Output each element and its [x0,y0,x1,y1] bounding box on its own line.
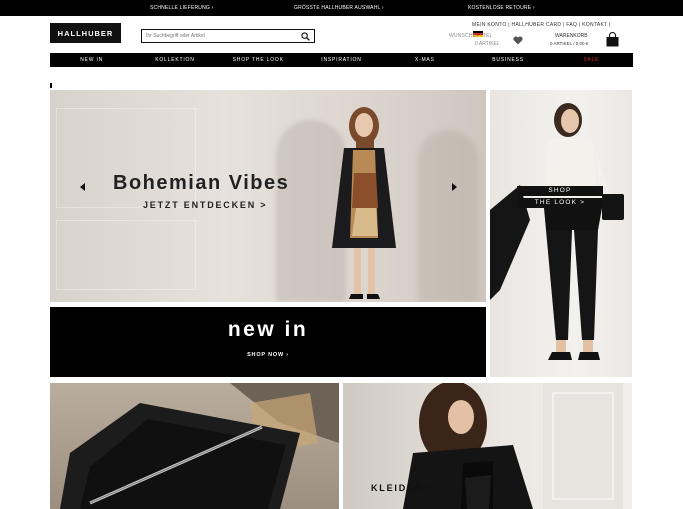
dresses-tile[interactable]: KLEIDER > [343,383,632,509]
promo-fast-delivery[interactable]: SCHNELLE LIEFERUNG › [150,5,213,11]
wishlist-count: 0 ARTIKEL [475,41,500,47]
shopping-bag-icon[interactable] [605,32,620,47]
hero-title: Bohemian Vibes [113,172,290,194]
wishlist-label[interactable]: WUNSCHZETTEL [449,33,493,39]
nav-new-in[interactable]: NEW IN [50,53,133,67]
promo-free-returns[interactable]: KOSTENLOSE RETOURE › [468,5,535,11]
new-in-banner[interactable]: new in SHOP NOW › [50,307,486,377]
shop-the-look-line1[interactable]: SHOP [517,186,603,196]
account-links[interactable]: MEIN KONTO | HALLHUBER CARD | FAQ | KONT… [472,22,611,28]
main-navigation: NEW IN KOLLEKTION SHOP THE LOOK INSPIRAT… [50,53,633,67]
hero-model-image [332,107,396,299]
nav-inspiration[interactable]: INSPIRATION [300,53,383,67]
nav-kollektion[interactable]: KOLLEKTION [133,53,216,67]
wall-panel [56,220,196,290]
slider-next-arrow-icon[interactable] [452,183,457,191]
heart-icon[interactable] [513,36,523,45]
hero-cta[interactable]: JETZT ENTDECKEN > [143,200,267,210]
search-icon[interactable] [301,32,310,41]
slider-indicator [50,83,52,88]
nav-x-mas[interactable]: X-MAS [383,53,466,67]
promo-largest-selection[interactable]: GRÖSSTE HALLHUBER AUSWAHL › [294,5,384,11]
top-promo-bar: SCHNELLE LIEFERUNG › GRÖSSTE HALLHUBER A… [0,0,683,16]
cart-count: 0 ARTIKEL / 0,00 € [550,41,589,46]
new-in-cta[interactable]: SHOP NOW › [50,352,486,358]
wall-shadow [418,130,478,302]
dresses-cta[interactable]: KLEIDER > [371,483,434,493]
shop-the-look-line2[interactable]: THE LOOK > [517,198,603,208]
new-in-title: new in [227,318,309,341]
shop-the-look-tile[interactable]: SHOP THE LOOK > [490,90,632,377]
handbag-tile[interactable] [50,383,339,509]
search-box[interactable] [141,29,315,43]
nav-shop-the-look[interactable]: SHOP THE LOOK [217,53,300,67]
cart-label[interactable]: WARENKORB [555,33,588,39]
search-input[interactable] [146,31,296,41]
nav-business[interactable]: BUSINESS [466,53,549,67]
hero-banner[interactable]: Bohemian Vibes JETZT ENTDECKEN > [50,90,486,302]
shop-the-look-model-image [490,103,624,360]
nav-sale[interactable]: SALE [550,53,633,67]
brand-logo[interactable]: HALLHUBER [50,23,121,43]
slider-prev-arrow-icon[interactable] [80,183,85,191]
handbag-image [60,383,339,509]
